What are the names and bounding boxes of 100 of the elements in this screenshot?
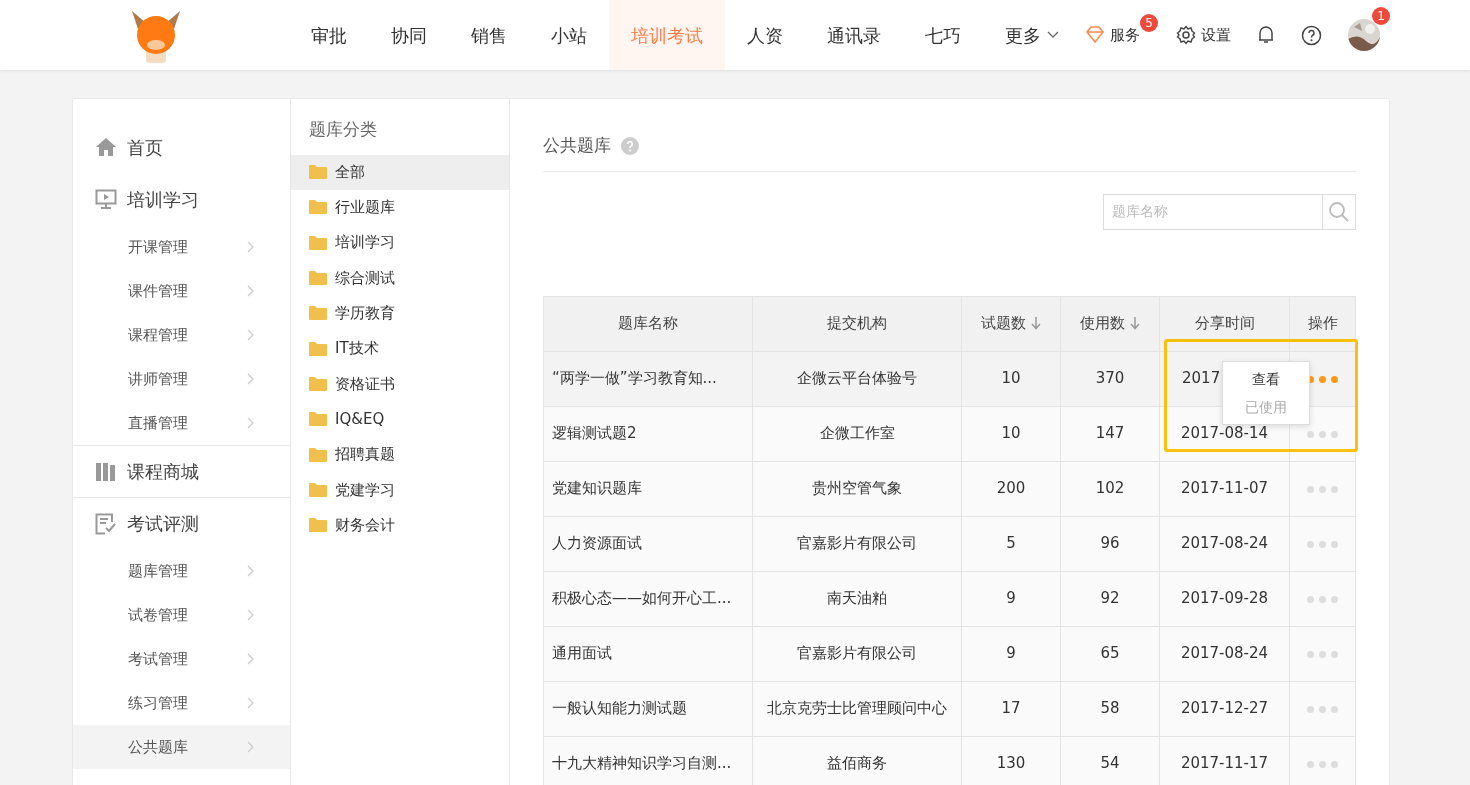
diamond-icon bbox=[1085, 26, 1105, 44]
monitor-icon bbox=[95, 189, 117, 209]
checklist-icon bbox=[95, 512, 117, 535]
table-cell: 一般认知能力测试题 bbox=[543, 681, 753, 736]
table-cell: 2017-12-27 bbox=[1159, 681, 1290, 736]
more-icon[interactable] bbox=[1307, 486, 1338, 494]
chevron-icon bbox=[247, 741, 254, 753]
category-item[interactable]: 全部 bbox=[291, 154, 509, 190]
column-header[interactable]: 试题数 bbox=[961, 296, 1061, 351]
chevron-icon bbox=[247, 329, 254, 341]
folder-icon bbox=[309, 482, 327, 497]
more-icon[interactable] bbox=[1307, 596, 1338, 604]
sort-arrow-icon bbox=[1031, 317, 1041, 331]
folder-icon bbox=[309, 235, 327, 250]
sidebar-item[interactable]: 题库管理 bbox=[73, 549, 290, 593]
sidebar-group[interactable]: 考试评测 bbox=[73, 497, 290, 549]
table-cell: 2017-11-17 bbox=[1159, 736, 1290, 785]
column-header[interactable]: 使用数 bbox=[1060, 296, 1160, 351]
sidebar-item[interactable]: 练习管理 bbox=[73, 681, 290, 725]
notification-badge: 5 bbox=[1140, 13, 1158, 32]
more-icon[interactable] bbox=[1307, 431, 1338, 439]
column-header: 题库名称 bbox=[543, 296, 753, 351]
table-cell: 企微工作室 bbox=[752, 406, 962, 461]
category-item[interactable]: IQ&EQ bbox=[291, 401, 509, 437]
folder-icon bbox=[309, 165, 327, 180]
table-cell: 官嘉影片有限公司 bbox=[752, 626, 962, 681]
table-cell: 2017-09-28 bbox=[1159, 571, 1290, 626]
nav-tab[interactable]: 审批 bbox=[289, 0, 369, 70]
bell-icon[interactable] bbox=[1257, 25, 1275, 45]
category-item[interactable]: 招聘真题 bbox=[291, 436, 509, 473]
nav-tab[interactable]: 小站 bbox=[529, 0, 609, 70]
folder-icon bbox=[309, 200, 327, 215]
chevron-icon bbox=[247, 697, 254, 709]
more-icon[interactable] bbox=[1307, 706, 1338, 714]
search-icon bbox=[1328, 200, 1350, 223]
page-title: 公共题库 bbox=[543, 134, 611, 157]
nav-tab[interactable]: 协同 bbox=[369, 0, 449, 70]
table-cell: 十九大精神知识学习自测... bbox=[543, 736, 753, 785]
section-title: 题库分类 bbox=[308, 118, 378, 141]
nav-tab[interactable]: 销售 bbox=[449, 0, 529, 70]
nav-tab[interactable]: 更多 bbox=[983, 0, 1081, 70]
table-cell: 2017-11-07 bbox=[1159, 461, 1290, 516]
table-cell: 17 bbox=[961, 681, 1061, 736]
sidebar-group[interactable]: 课程商城 bbox=[73, 445, 290, 497]
table-cell: 10 bbox=[961, 406, 1061, 461]
table-cell: 北京克劳士比管理顾问中心 bbox=[752, 681, 962, 736]
category-item[interactable]: 党建学习 bbox=[291, 472, 509, 508]
category-item[interactable]: 培训学习 bbox=[291, 225, 509, 261]
category-item[interactable]: 财务会计 bbox=[291, 507, 509, 543]
sidebar-item[interactable]: 直播管理 bbox=[73, 401, 290, 445]
category-item[interactable]: 资格证书 bbox=[291, 366, 509, 402]
sidebar-group[interactable]: 首页 bbox=[73, 121, 290, 173]
help-icon[interactable] bbox=[1301, 24, 1322, 46]
caret-icon bbox=[1047, 31, 1059, 39]
search-field[interactable]: 题库名称 bbox=[1103, 193, 1322, 230]
sidebar-item[interactable]: 开课管理 bbox=[73, 225, 290, 269]
home-icon bbox=[95, 137, 117, 157]
chevron-icon bbox=[247, 241, 254, 253]
table-cell: 200 bbox=[961, 461, 1061, 516]
more-icon[interactable] bbox=[1307, 651, 1338, 659]
folder-icon bbox=[309, 376, 327, 391]
table-cell: 92 bbox=[1060, 571, 1160, 626]
table-cell: 官嘉影片有限公司 bbox=[752, 516, 962, 571]
category-item[interactable]: IT技术 bbox=[291, 331, 509, 367]
chevron-icon bbox=[247, 285, 254, 297]
nav-tab[interactable]: 通讯录 bbox=[805, 0, 903, 70]
table-cell: 通用面试 bbox=[543, 626, 753, 681]
table-cell: 58 bbox=[1060, 681, 1160, 736]
sidebar-item[interactable]: 考试管理 bbox=[73, 637, 290, 681]
sidebar-item[interactable]: 课件管理 bbox=[73, 269, 290, 313]
sidebar-item[interactable]: 讲师管理 bbox=[73, 357, 290, 401]
sidebar-group[interactable]: 培训学习 bbox=[73, 173, 290, 225]
chevron-icon bbox=[247, 565, 254, 577]
sidebar-item[interactable]: 试卷管理 bbox=[73, 593, 290, 637]
table-cell: 人力资源面试 bbox=[543, 516, 753, 571]
search-button[interactable] bbox=[1322, 193, 1356, 230]
chevron-icon bbox=[247, 653, 254, 665]
category-item[interactable]: 行业题库 bbox=[291, 189, 509, 226]
service-link[interactable]: 服务 bbox=[1110, 23, 1140, 47]
table-cell: 2017-08-24 bbox=[1159, 516, 1290, 571]
nav-tab[interactable]: 七巧 bbox=[903, 0, 983, 70]
table-cell: 96 bbox=[1060, 516, 1160, 571]
folder-icon bbox=[309, 412, 327, 427]
more-icon[interactable] bbox=[1307, 761, 1338, 769]
table-cell: 370 bbox=[1060, 351, 1160, 406]
more-icon[interactable] bbox=[1307, 541, 1338, 549]
settings-link[interactable]: 设置 bbox=[1201, 23, 1231, 47]
nav-tab[interactable]: 人资 bbox=[725, 0, 805, 70]
chevron-icon bbox=[247, 417, 254, 429]
table-cell: 企微云平台体验号 bbox=[752, 351, 962, 406]
sidebar-item[interactable]: 公共题库 bbox=[73, 725, 290, 769]
books-icon bbox=[95, 461, 117, 482]
category-item[interactable]: 学历教育 bbox=[291, 295, 509, 331]
category-item[interactable]: 综合测试 bbox=[291, 260, 509, 296]
table-cell: 党建知识题库 bbox=[543, 461, 753, 516]
sidebar-item[interactable]: 课程管理 bbox=[73, 313, 290, 357]
table-cell: 147 bbox=[1060, 406, 1160, 461]
folder-icon bbox=[309, 341, 327, 356]
folder-icon bbox=[309, 447, 327, 462]
table-cell: 9 bbox=[961, 626, 1061, 681]
